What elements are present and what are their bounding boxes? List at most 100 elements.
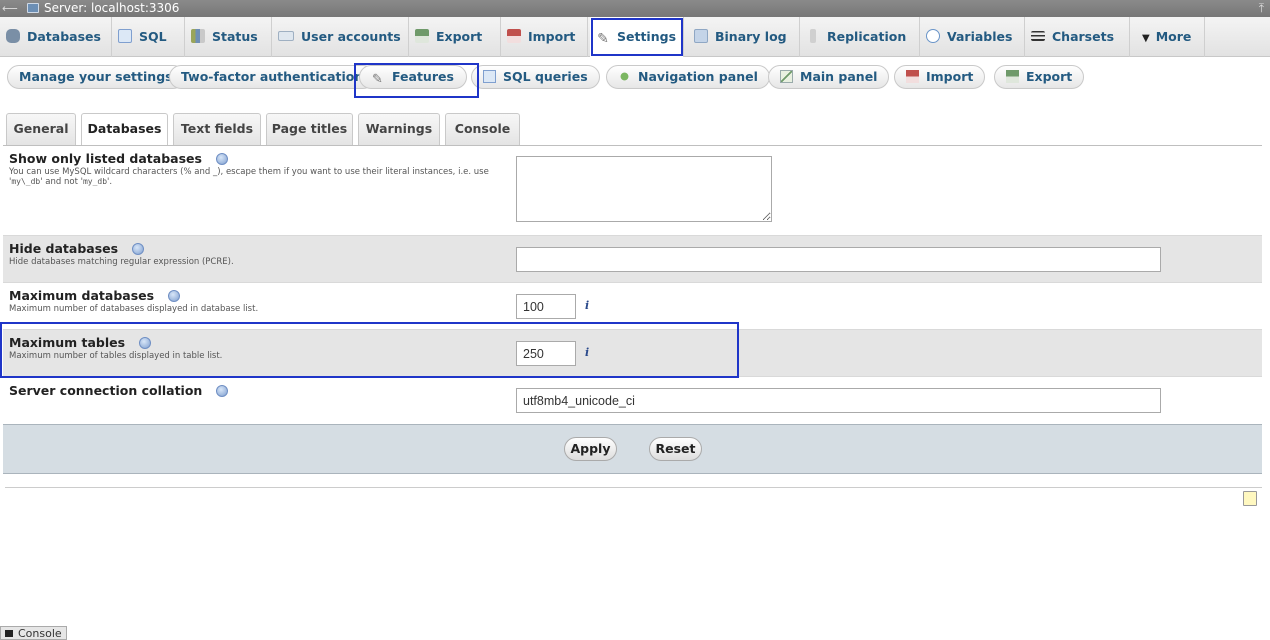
page-tab-text-fields[interactable]: Text fields — [173, 113, 261, 145]
server-breadcrumb-link[interactable]: Server: localhost:3306 — [44, 0, 179, 17]
subnav-main-panel[interactable]: Main panel — [768, 65, 890, 89]
subnav-manage-settings[interactable]: Manage your settings — [7, 65, 185, 89]
tab-settings[interactable]: ✎ Settings — [590, 17, 684, 57]
triangle-down-icon: ▼ — [1142, 33, 1150, 44]
setting-name: Show only listed databases — [9, 151, 202, 166]
pill-label: Two-factor authentication — [181, 69, 364, 84]
subnav-sql-queries[interactable]: SQL queries — [471, 65, 600, 89]
tab-sql[interactable]: SQL — [112, 17, 185, 57]
tab-user-accounts[interactable]: User accounts — [272, 17, 409, 57]
subnav-navigation-panel[interactable]: Navigation panel — [606, 65, 770, 89]
collapse-icon[interactable]: ⤒ — [1259, 0, 1264, 17]
subnav-import[interactable]: Import — [894, 65, 986, 89]
console-toggle[interactable]: Console — [0, 626, 67, 640]
import-icon — [507, 29, 521, 43]
tab-label: Export — [436, 29, 483, 44]
setting-name: Hide databases — [9, 241, 119, 256]
tab-status[interactable]: Status — [185, 17, 272, 57]
tab-replication[interactable]: Replication — [800, 17, 920, 57]
max-tables-input[interactable] — [516, 341, 576, 366]
tab-label: Import — [528, 29, 576, 44]
tab-label: Databases — [27, 29, 101, 44]
setting-description: Maximum number of databases displayed in… — [9, 304, 259, 314]
tab-databases[interactable]: Databases — [0, 17, 112, 57]
subnav-two-factor[interactable]: Two-factor authentication — [169, 65, 376, 89]
desc-code: my_db — [82, 177, 108, 186]
show-only-listed-databases-textarea[interactable] — [516, 156, 772, 222]
tab-more[interactable]: ▼ More — [1130, 17, 1205, 57]
tab-label: User accounts — [301, 29, 401, 44]
reset-button[interactable]: Reset — [649, 437, 702, 461]
pill-label: Manage your settings — [19, 69, 173, 84]
tab-binary-log[interactable]: Binary log — [688, 17, 800, 57]
form-footer: Apply Reset — [3, 424, 1262, 474]
main-panel-icon — [780, 70, 793, 83]
hide-databases-input[interactable] — [516, 247, 1161, 272]
variables-icon — [926, 29, 940, 43]
page-tab-label: Databases — [87, 121, 162, 136]
setting-row-show-only-listed: Show only listed databases You can use M… — [3, 146, 1262, 236]
status-icon — [191, 29, 205, 43]
tab-charsets[interactable]: Charsets — [1025, 17, 1130, 57]
sql-icon — [483, 70, 496, 83]
page-tab-warnings[interactable]: Warnings — [358, 113, 440, 145]
pill-label: Features — [392, 69, 454, 84]
tab-variables[interactable]: Variables — [920, 17, 1025, 57]
navigation-icon — [618, 70, 631, 83]
page-tab-databases[interactable]: Databases — [81, 113, 168, 146]
pill-label: Main panel — [800, 69, 878, 84]
desc-text: ' and not ' — [40, 177, 83, 187]
help-icon[interactable] — [216, 385, 229, 397]
info-icon[interactable]: i — [585, 299, 589, 312]
server-collation-input[interactable] — [516, 388, 1161, 413]
import-icon — [906, 70, 919, 83]
help-icon[interactable] — [168, 290, 181, 302]
settings-subnav: Manage your settings Two-factor authenti… — [0, 58, 1270, 98]
subnav-features[interactable]: ✎ Features — [359, 65, 467, 89]
top-navigation: Databases SQL Status User accounts Expor… — [0, 17, 1270, 57]
charsets-icon — [1031, 31, 1045, 41]
database-icon — [6, 29, 20, 43]
pill-label: Import — [926, 69, 974, 84]
tab-label: Settings — [617, 29, 677, 44]
setting-description: You can use MySQL wildcard characters (%… — [9, 167, 499, 187]
tab-label: Replication — [827, 29, 907, 44]
setting-name: Maximum tables — [9, 335, 126, 350]
users-icon — [278, 31, 294, 41]
setting-description: Hide databases matching regular expressi… — [9, 257, 234, 267]
export-icon — [1006, 70, 1019, 83]
help-icon[interactable] — [132, 243, 145, 255]
tab-export[interactable]: Export — [409, 17, 501, 57]
setting-label: Hide databases Hide databases matching r… — [9, 241, 499, 267]
page-tab-label: Page titles — [271, 121, 348, 136]
tab-label: SQL — [139, 29, 167, 44]
page-tab-label: Console — [454, 121, 511, 136]
setting-label: Maximum databases Maximum number of data… — [9, 288, 499, 314]
apply-button[interactable]: Apply — [564, 437, 617, 461]
setting-row-max-tables: Maximum tables Maximum number of tables … — [3, 330, 1262, 377]
tab-label: Variables — [947, 29, 1013, 44]
page-tab-page-titles[interactable]: Page titles — [266, 113, 353, 145]
help-icon[interactable] — [215, 153, 228, 165]
setting-name: Server connection collation — [9, 383, 203, 398]
binary-log-icon — [694, 29, 708, 43]
setting-label: Show only listed databases You can use M… — [9, 151, 499, 187]
tab-label: More — [1155, 29, 1192, 44]
sql-icon — [118, 29, 132, 43]
help-icon[interactable] — [139, 337, 152, 349]
subnav-export[interactable]: Export — [994, 65, 1085, 89]
setting-label: Server connection collation — [9, 383, 499, 398]
max-databases-input[interactable] — [516, 294, 576, 319]
page-tab-console[interactable]: Console — [445, 113, 520, 145]
tab-import[interactable]: Import — [501, 17, 588, 57]
divider — [5, 487, 1262, 488]
server-breadcrumb-bar: ⟵ Server: localhost:3306 ⤒ — [0, 0, 1270, 17]
setting-name: Maximum databases — [9, 288, 155, 303]
page-tab-general[interactable]: General — [6, 113, 76, 145]
page-tab-label: General — [13, 121, 69, 136]
toggle-navigation-icon[interactable]: ⟵ — [2, 0, 18, 17]
setting-row-server-collation: Server connection collation — [3, 377, 1262, 424]
page-settings-icon[interactable] — [1243, 491, 1257, 506]
info-icon[interactable]: i — [585, 346, 589, 359]
desc-text: '. — [107, 177, 113, 187]
